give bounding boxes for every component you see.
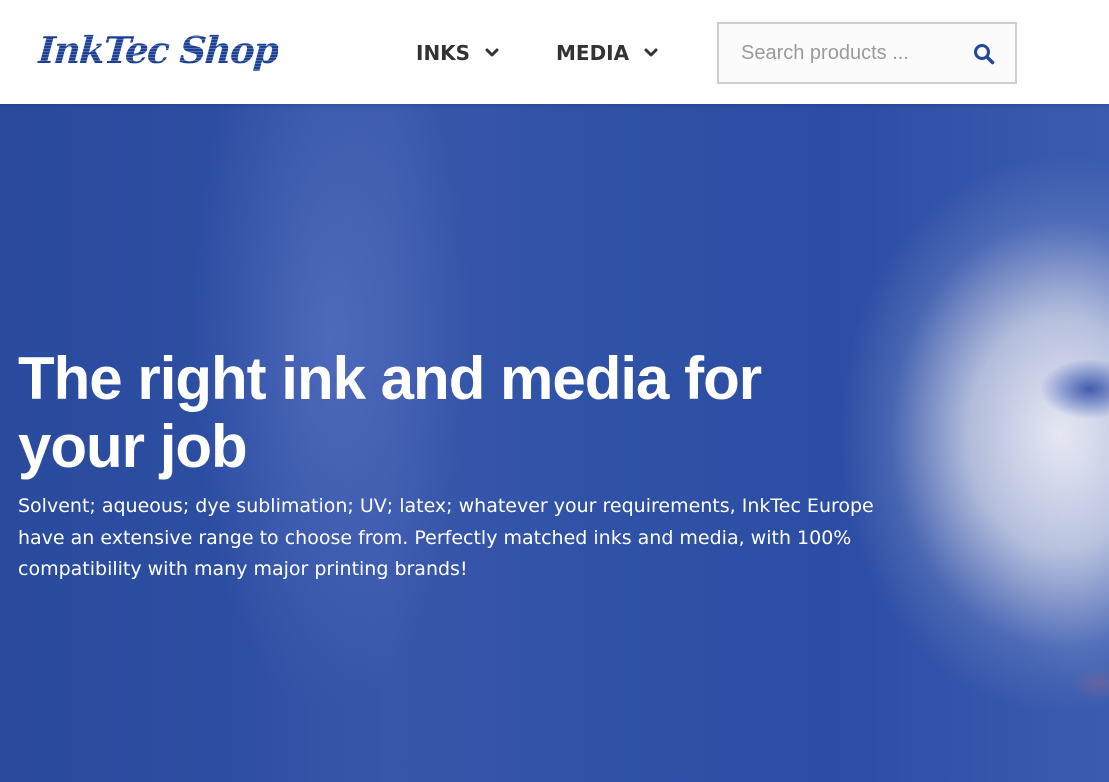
search-icon[interactable]	[973, 43, 995, 65]
nav-item-media[interactable]: MEDIA	[556, 40, 661, 66]
site-logo[interactable]: InkTec Shop	[36, 28, 280, 76]
nav-item-label: INKS	[416, 41, 471, 65]
hero-image-detail	[1040, 354, 1109, 424]
site-header: InkTec Shop INKS MEDIA	[0, 0, 1109, 104]
chevron-down-icon	[482, 43, 502, 63]
hero-description: Solvent; aqueous; dye sublimation; UV; l…	[18, 495, 874, 580]
nav-item-inks[interactable]: INKS	[416, 40, 502, 66]
search-box	[717, 22, 1017, 84]
hero-banner: The right ink and media for your job Sol…	[0, 104, 1109, 782]
chevron-down-icon	[641, 43, 661, 63]
nav-item-label: MEDIA	[556, 41, 630, 65]
hero-image-detail	[1070, 664, 1109, 704]
hero-title: The right ink and media for your job	[18, 345, 762, 480]
search-input[interactable]	[741, 33, 976, 73]
